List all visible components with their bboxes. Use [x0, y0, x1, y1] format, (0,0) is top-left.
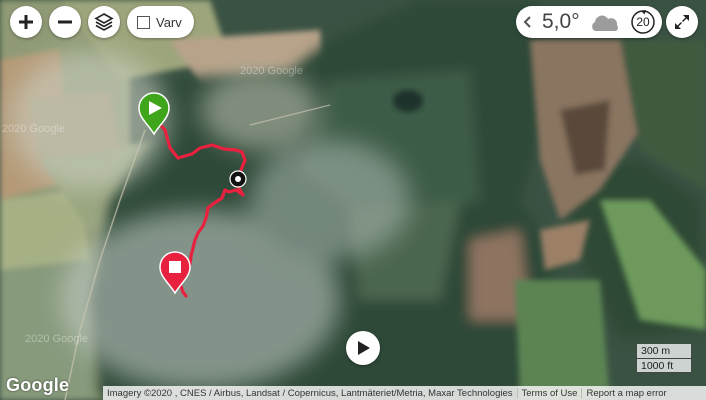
fullscreen-button[interactable] [666, 6, 698, 38]
scale-metric: 300 m [636, 344, 692, 359]
chevron-left-icon[interactable] [520, 14, 534, 30]
layers-icon [94, 13, 114, 31]
terms-link[interactable]: Terms of Use [518, 388, 582, 399]
plus-icon [19, 15, 33, 29]
stop-icon [169, 261, 181, 273]
scale-imperial: 1000 ft [636, 359, 692, 373]
imagery-credit: Imagery ©2020 , CNES / Airbus, Landsat /… [107, 387, 513, 399]
scale-bar: 300 m 1000 ft [636, 344, 692, 373]
minus-icon [58, 20, 72, 24]
weather-widget: 5,0° 20 [516, 6, 662, 38]
forecast-hour-button[interactable]: 20 [630, 9, 656, 35]
play-icon [358, 341, 370, 355]
varv-label: Varv [156, 14, 182, 30]
report-error-link[interactable]: Report a map error [582, 388, 670, 399]
map-watermark: 2020 Google [2, 123, 65, 135]
zoom-out-button[interactable] [49, 6, 81, 38]
varv-checkbox[interactable] [137, 15, 150, 29]
google-logo: Google [6, 375, 70, 395]
map-attribution: Imagery ©2020 , CNES / Airbus, Landsat /… [103, 386, 706, 400]
varv-toggle[interactable]: Varv [127, 6, 194, 38]
waypoint-marker[interactable] [228, 169, 248, 189]
start-marker[interactable] [137, 92, 171, 136]
temperature-value: 5,0° [542, 10, 580, 33]
expand-icon [675, 15, 689, 29]
forecast-hour-value: 20 [636, 15, 650, 29]
zoom-in-button[interactable] [10, 6, 42, 38]
finish-marker[interactable] [158, 251, 192, 295]
cloud-icon [592, 15, 618, 31]
map-watermark: 2020 Google [25, 333, 88, 345]
layers-button[interactable] [88, 6, 120, 38]
play-route-button[interactable] [346, 331, 380, 365]
map-watermark: 2020 Google [240, 65, 303, 77]
